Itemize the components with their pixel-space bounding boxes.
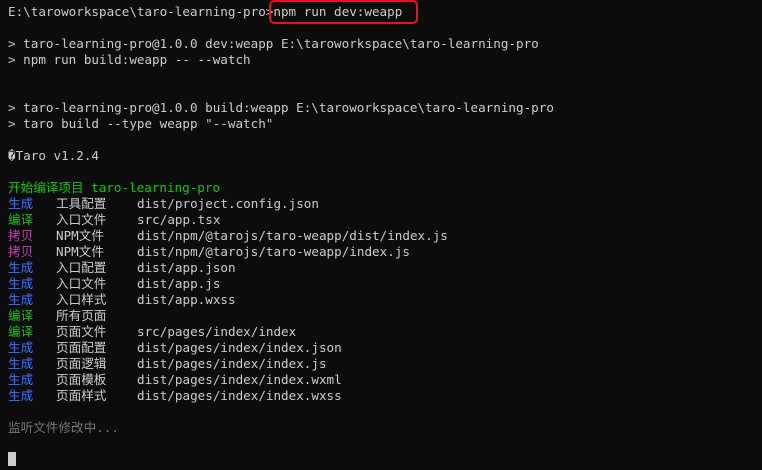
build-row: 生成 工具配置 dist/project.config.json <box>8 196 754 212</box>
compile-start-line: 开始编译项目 taro-learning-pro <box>8 180 754 196</box>
build-row-step: 页面样式 <box>56 388 107 403</box>
build-row: 编译 页面文件 src/pages/index/index <box>8 324 754 340</box>
build-row-path: dist/app.js <box>137 276 221 291</box>
build-row-label: 生成 <box>8 276 34 291</box>
terminal-window[interactable]: E:\taroworkspace\taro-learning-pro> npm r… <box>0 0 762 470</box>
watch-status-line: 监听文件修改中... <box>8 420 119 435</box>
build-row: 拷贝 NPM文件 dist/npm/@tarojs/taro-weapp/index… <box>8 244 754 260</box>
script-echo-line: > taro build --type weapp "--watch" <box>8 116 274 131</box>
prompt-path: E:\taroworkspace\taro-learning-pro> <box>8 4 274 19</box>
command-highlight-box: npm run dev:weapp <box>269 0 419 24</box>
build-row-label: 编译 <box>8 212 34 227</box>
build-row-path: src/app.tsx <box>137 212 221 227</box>
build-row-path: src/pages/index/index <box>137 324 297 339</box>
build-row-step: 页面模板 <box>56 372 107 387</box>
build-row-label: 生成 <box>8 260 34 275</box>
build-row-label: 生成 <box>8 292 34 307</box>
build-row-step: 入口配置 <box>56 260 107 275</box>
build-row-label: 拷贝 <box>8 228 34 243</box>
build-row: 生成 入口样式 dist/app.wxss <box>8 292 754 308</box>
build-row-label: 生成 <box>8 196 34 211</box>
build-row-label: 生成 <box>8 340 34 355</box>
prompt-line: E:\taroworkspace\taro-learning-pro> npm r… <box>8 0 754 24</box>
build-row-step: NPM文件 <box>56 228 104 243</box>
build-row-path: dist/app.json <box>137 260 236 275</box>
build-row-path: dist/pages/index/index.json <box>137 340 342 355</box>
build-row-step: 入口样式 <box>56 292 107 307</box>
build-row-path: dist/npm/@tarojs/taro-weapp/dist/index.j… <box>137 228 448 243</box>
build-row-label: 生成 <box>8 372 34 387</box>
build-row-path: dist/npm/@tarojs/taro-weapp/index.js <box>137 244 410 259</box>
build-row-path: dist/pages/index/index.js <box>137 356 327 371</box>
build-row: 生成 页面配置 dist/pages/index/index.json <box>8 340 754 356</box>
build-row-step: 页面文件 <box>56 324 107 339</box>
compile-start-label: 开始编译项目 <box>8 180 84 195</box>
compile-project-name: taro-learning-pro <box>91 180 221 195</box>
build-row-step: 页面逻辑 <box>56 356 107 371</box>
script-echo-line: > taro-learning-pro@1.0.0 build:weapp E:… <box>8 100 554 115</box>
build-row-step: NPM文件 <box>56 244 104 259</box>
build-row: 生成 页面逻辑 dist/pages/index/index.js <box>8 356 754 372</box>
build-row: 生成 入口配置 dist/app.json <box>8 260 754 276</box>
build-row-step: 页面配置 <box>56 340 107 355</box>
build-row-step: 入口文件 <box>56 212 107 227</box>
build-row-step: 所有页面 <box>56 308 107 323</box>
taro-version-line: �Taro v1.2.4 <box>8 148 99 163</box>
build-row-step: 入口文件 <box>56 276 107 291</box>
build-row-label: 拷贝 <box>8 244 34 259</box>
build-row-path: dist/project.config.json <box>137 196 319 211</box>
build-row: 生成 入口文件 dist/app.js <box>8 276 754 292</box>
build-row-label: 生成 <box>8 388 34 403</box>
build-row-step: 工具配置 <box>56 196 107 211</box>
build-row-label: 编译 <box>8 308 34 323</box>
script-echo-line: > taro-learning-pro@1.0.0 dev:weapp E:\t… <box>8 36 539 51</box>
build-row-path: dist/app.wxss <box>137 292 236 307</box>
build-row-label: 编译 <box>8 324 34 339</box>
build-row: 拷贝 NPM文件 dist/npm/@tarojs/taro-weapp/dist/… <box>8 228 754 244</box>
build-row-path: dist/pages/index/index.wxml <box>137 372 342 387</box>
text-cursor <box>8 452 16 466</box>
script-echo-line: > npm run build:weapp -- --watch <box>8 52 251 67</box>
build-row: 编译 所有页面 <box>8 308 754 324</box>
build-row: 生成 页面样式 dist/pages/index/index.wxss <box>8 388 754 404</box>
build-row: 生成 页面模板 dist/pages/index/index.wxml <box>8 372 754 388</box>
build-row-label: 生成 <box>8 356 34 371</box>
command-text: npm run dev:weapp <box>273 4 403 19</box>
build-row: 编译 入口文件 src/app.tsx <box>8 212 754 228</box>
build-row-path: dist/pages/index/index.wxss <box>137 388 342 403</box>
